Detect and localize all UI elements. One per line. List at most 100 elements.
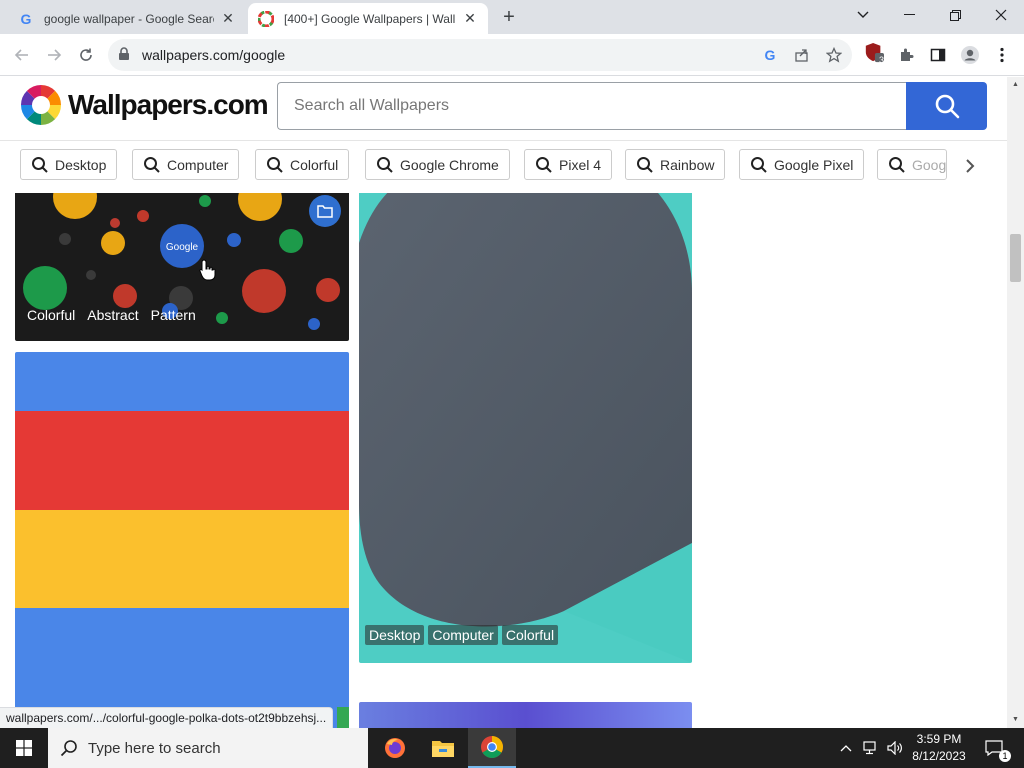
search-icon [143, 156, 161, 174]
wallpapers-logo-icon [258, 10, 274, 27]
search-icon [31, 156, 49, 174]
tab-wallpapers[interactable]: [400+] Google Wallpapers | Wallpapers.co… [248, 3, 488, 34]
search-icon [535, 156, 553, 174]
search-icon [935, 94, 959, 119]
tag-pattern[interactable]: Pattern [147, 305, 200, 325]
reload-icon[interactable] [73, 42, 99, 68]
back-arrow-icon[interactable] [9, 42, 35, 68]
minimize-icon[interactable] [886, 0, 932, 30]
notification-center-icon[interactable]: 1 [980, 728, 1011, 768]
file-explorer-icon[interactable] [419, 728, 467, 768]
category-chips: Desktop Computer Colorful Google Chrome … [0, 142, 1007, 192]
browser-toolbar: wallpapers.com/google G 3 [0, 34, 1024, 76]
tag-abstract[interactable]: Abstract [83, 305, 142, 325]
clock-time: 3:59 PM [916, 732, 962, 746]
volume-icon[interactable] [884, 728, 906, 768]
red-stripe [15, 411, 349, 510]
tag-colorful[interactable]: Colorful [501, 625, 559, 645]
svg-text:G: G [765, 47, 776, 63]
tray-chevron-up-icon[interactable] [836, 728, 856, 768]
card-tags: Desktop Computer Colorful [365, 625, 559, 645]
profile-avatar-icon[interactable] [960, 45, 980, 65]
site-logo[interactable]: Wallpapers.com [20, 84, 269, 126]
tag-desktop[interactable]: Desktop [365, 625, 425, 645]
chip-label: Desktop [55, 156, 107, 173]
ublock-shield-icon[interactable]: 3 [864, 43, 884, 65]
chip-google-chrome[interactable]: Google Chrome [365, 149, 510, 180]
chip-label: Computer [167, 156, 229, 173]
close-window-icon[interactable] [978, 0, 1024, 30]
yellow-stripe [15, 510, 349, 608]
svg-text:G: G [21, 11, 32, 27]
chip-google-pixel[interactable]: Google Pixel [739, 149, 865, 180]
taskbar-clock[interactable]: 3:59 PM 8/12/2023 [905, 731, 973, 765]
site-search-box[interactable] [277, 82, 907, 130]
taskbar-search-box[interactable]: Type here to search [48, 728, 368, 768]
tab-title: [400+] Google Wallpapers | Wallpapers.co… [284, 11, 456, 26]
wallpaper-grid: Google Colorful Abstract Pattern Desktop… [0, 193, 1007, 728]
site-search-button[interactable] [906, 82, 987, 130]
kebab-menu-icon[interactable] [992, 45, 1012, 65]
windows-taskbar: Type here to search 3:59 PM 8/12/2023 1 [0, 728, 1024, 768]
taskbar-search-placeholder: Type here to search [88, 739, 221, 757]
google-g-icon: G [18, 11, 34, 27]
wallpaper-card-stripes[interactable] [15, 352, 349, 728]
green-stripe [337, 707, 349, 728]
chip-computer[interactable]: Computer [132, 149, 240, 180]
network-icon[interactable] [860, 728, 882, 768]
clock-date: 8/12/2023 [912, 749, 966, 763]
chip-label: Rainbow [660, 156, 715, 173]
chip-label: Google [912, 156, 947, 173]
scrollbar-thumb[interactable] [1010, 234, 1021, 282]
search-icon [266, 156, 284, 174]
url-text: wallpapers.com/google [142, 47, 286, 63]
close-tab-icon[interactable]: ✕ [220, 10, 236, 27]
wallpaper-card-polka-dots[interactable]: Google Colorful Abstract Pattern [15, 193, 349, 341]
scroll-up-icon[interactable]: ▲ [1010, 79, 1021, 89]
chip-rainbow[interactable]: Rainbow [625, 149, 726, 180]
close-tab-icon[interactable]: ✕ [462, 10, 478, 27]
restore-icon[interactable] [932, 0, 978, 30]
new-tab-button[interactable]: + [498, 6, 520, 28]
chevron-right-icon[interactable] [958, 154, 982, 178]
wallpaper-card-purple-gradient[interactable] [359, 702, 692, 728]
site-search-input[interactable] [278, 83, 907, 129]
google-lens-icon[interactable]: G [761, 46, 779, 64]
bookmark-star-icon[interactable] [825, 46, 843, 64]
windows-start-icon[interactable] [0, 728, 48, 768]
page-scrollbar[interactable]: ▲ ▼ [1007, 77, 1024, 728]
card-tags: Colorful Abstract Pattern [23, 305, 200, 325]
chrome-icon[interactable] [468, 728, 516, 768]
chip-colorful[interactable]: Colorful [255, 149, 350, 180]
search-icon [888, 156, 906, 174]
notification-count: 1 [999, 750, 1011, 762]
search-icon [750, 156, 768, 174]
color-wheel-logo-icon [21, 85, 61, 125]
tab-google-search[interactable]: G google wallpaper - Google Search ✕ [8, 3, 246, 34]
tag-colorful[interactable]: Colorful [23, 305, 79, 325]
tab-search-chevron-icon[interactable] [840, 0, 886, 30]
site-header: Wallpapers.com [0, 77, 1007, 141]
search-icon [60, 739, 78, 757]
chip-desktop[interactable]: Desktop [20, 149, 118, 180]
forward-arrow-icon[interactable] [41, 42, 67, 68]
link-status-bar: wallpapers.com/.../colorful-google-polka… [0, 707, 334, 728]
wallpaper-card-dark-hexagon[interactable]: Desktop Computer Colorful [359, 193, 692, 663]
lock-icon [118, 47, 130, 66]
tab-strip: G google wallpaper - Google Search ✕ [40… [0, 0, 1024, 34]
search-icon [636, 156, 654, 174]
extensions-puzzle-icon[interactable] [896, 45, 916, 65]
tab-title: google wallpaper - Google Search [44, 11, 214, 26]
side-panel-icon[interactable] [928, 45, 948, 65]
tag-computer[interactable]: Computer [428, 625, 498, 645]
address-bar[interactable]: wallpapers.com/google G [108, 39, 852, 71]
share-icon[interactable] [793, 46, 811, 64]
wallpaper-thumbnail [359, 193, 692, 663]
google-dot-label: Google [166, 242, 199, 253]
chip-pixel-4[interactable]: Pixel 4 [524, 149, 613, 180]
firefox-icon[interactable] [371, 728, 419, 768]
collection-folder-icon[interactable] [309, 195, 341, 227]
scroll-down-icon[interactable]: ▼ [1010, 714, 1021, 724]
search-icon [376, 156, 394, 174]
chip-google[interactable]: Google [877, 149, 947, 180]
